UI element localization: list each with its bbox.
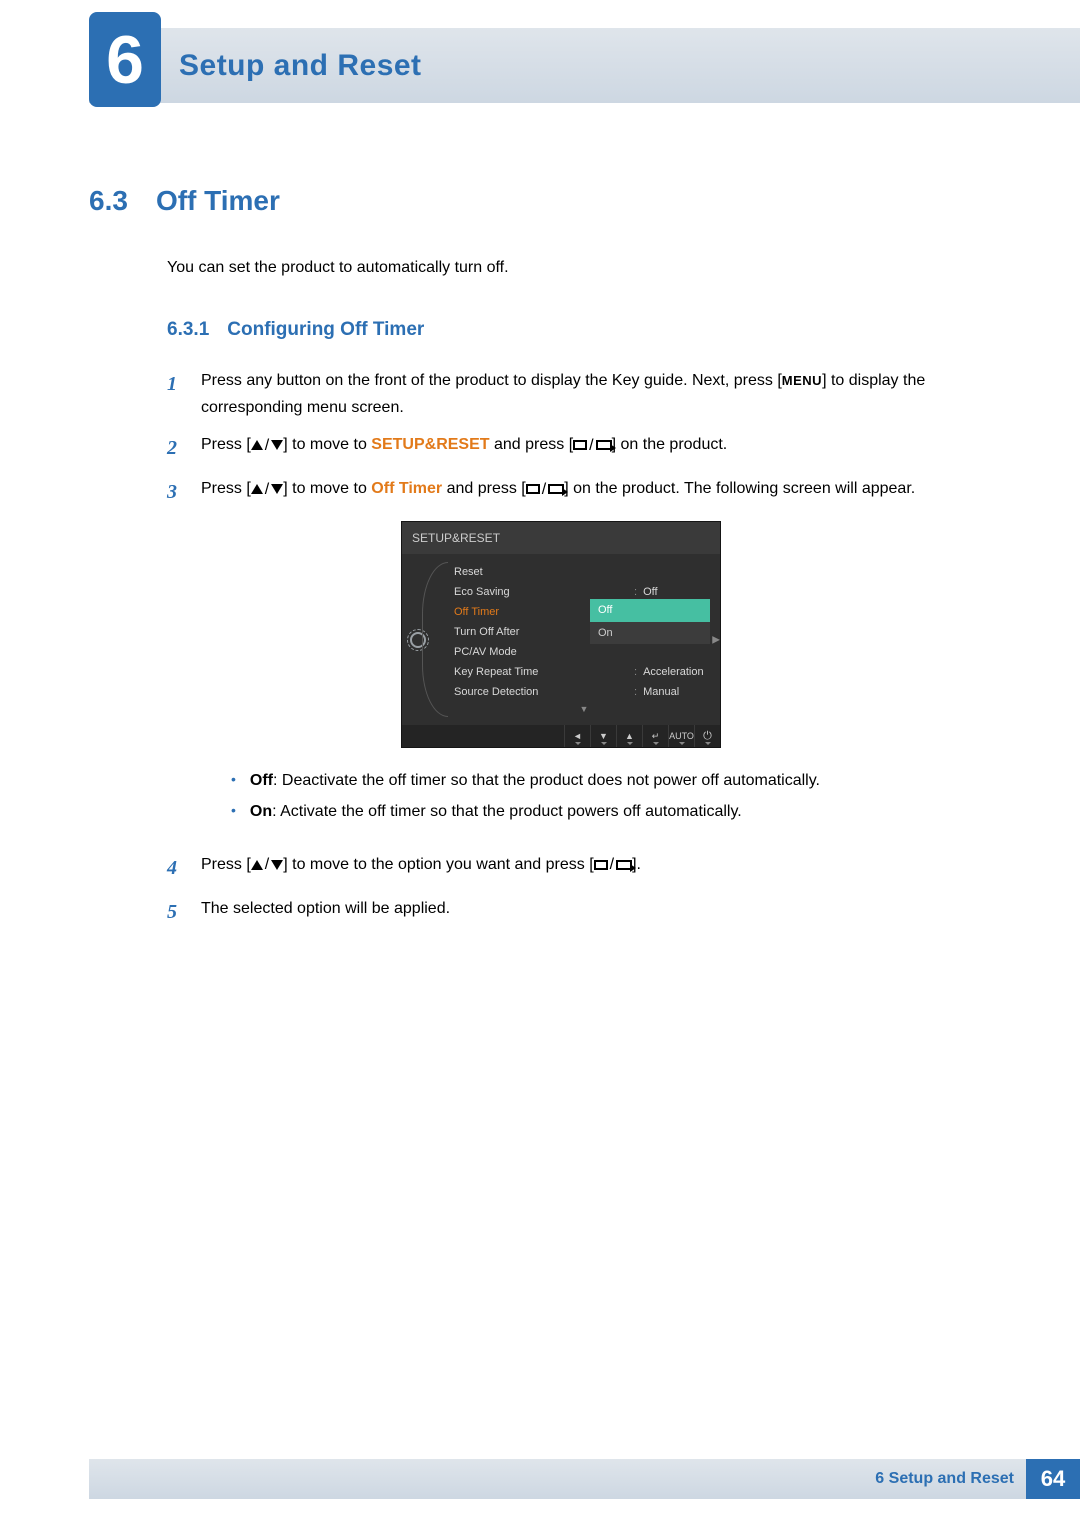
nav-back-icon[interactable]: ◄	[564, 725, 590, 747]
nav-down-icon[interactable]: ▼	[590, 725, 616, 747]
step-1: 1 Press any button on the front of the p…	[167, 367, 970, 421]
step-number: 4	[167, 851, 185, 885]
osd-item-source-detection[interactable]: Source Detection :Manual	[454, 682, 714, 702]
subsection-title: Configuring Off Timer	[227, 315, 424, 345]
step-number: 5	[167, 895, 185, 929]
page-header: Setup and Reset	[89, 28, 1080, 103]
subsection-heading: 6.3.1 Configuring Off Timer	[167, 315, 970, 345]
select-icon: /	[573, 432, 611, 459]
osd-items: Reset Eco Saving :Off Off Timer :	[434, 554, 720, 725]
osd-nav-bar: ◄ ▼ ▲ ↵ AUTO ⏻	[402, 725, 720, 747]
page-number: 64	[1041, 1466, 1065, 1492]
step-number: 2	[167, 431, 185, 465]
bullet-icon: •	[231, 766, 236, 793]
step-2: 2 Press [/] to move to SETUP&RESET and p…	[167, 431, 970, 465]
step-3: 3 Press [/] to move to Off Timer and pre…	[167, 475, 970, 841]
osd-item-key-repeat[interactable]: Key Repeat Time :Acceleration	[454, 662, 714, 682]
step-number: 3	[167, 475, 185, 841]
section-number: 6.3	[89, 185, 128, 217]
section-intro: You can set the product to automatically…	[167, 255, 970, 281]
nav-up-icon[interactable]: ▲	[616, 725, 642, 747]
subsection-number: 6.3.1	[167, 315, 209, 345]
bullet-on: • On: Activate the off timer so that the…	[231, 797, 970, 827]
chevron-right-icon: ▶	[712, 631, 720, 648]
step-list: 1 Press any button on the front of the p…	[167, 367, 970, 929]
page-number-badge: 64	[1026, 1459, 1080, 1499]
page-content: 6.3 Off Timer You can set the product to…	[89, 185, 970, 939]
osd-body: Reset Eco Saving :Off Off Timer :	[402, 554, 720, 725]
section-title: Off Timer	[156, 185, 280, 217]
chapter-number: 6	[106, 21, 144, 99]
nav-power-icon[interactable]: ⏻	[694, 725, 720, 747]
up-down-icon: /	[251, 476, 283, 503]
step-number: 1	[167, 367, 185, 421]
chapter-number-badge: 6	[89, 12, 161, 107]
step-body: The selected option will be applied.	[201, 895, 970, 929]
osd-menu: SETUP&RESET Reset Eco S	[401, 521, 721, 749]
section-heading: 6.3 Off Timer	[89, 185, 970, 217]
nav-enter-icon[interactable]: ↵	[642, 725, 668, 747]
step-body: Press [/] to move to the option you want…	[201, 851, 970, 885]
nav-auto-button[interactable]: AUTO	[668, 725, 694, 747]
osd-option-off[interactable]: Off	[590, 599, 710, 622]
off-label: Off	[250, 772, 273, 789]
option-bullets: • Off: Deactivate the off timer so that …	[231, 766, 970, 827]
select-icon: /	[526, 476, 564, 503]
osd-option-on[interactable]: On	[590, 622, 710, 645]
off-timer-label: Off Timer	[371, 480, 442, 497]
setup-reset-label: SETUP&RESET	[371, 436, 489, 453]
footer-chapter-label: 6 Setup and Reset	[875, 1470, 1014, 1488]
step-body: Press any button on the front of the pro…	[201, 367, 970, 421]
osd-item-pc-av-mode[interactable]: PC/AV Mode	[454, 642, 714, 662]
menu-button-label: MENU	[782, 373, 822, 388]
bullet-icon: •	[231, 797, 236, 824]
page-footer: 6 Setup and Reset 64	[89, 1459, 1080, 1499]
osd-item-reset[interactable]: Reset	[454, 562, 714, 582]
up-down-icon: /	[251, 851, 283, 878]
select-icon: /	[594, 851, 632, 878]
step-4: 4 Press [/] to move to the option you wa…	[167, 851, 970, 885]
osd-title: SETUP&RESET	[402, 522, 720, 554]
step-body: Press [/] to move to Off Timer and press…	[201, 475, 970, 841]
chapter-title: Setup and Reset	[179, 49, 422, 83]
section-body: You can set the product to automatically…	[167, 255, 970, 929]
step-body: Press [/] to move to SETUP&RESET and pre…	[201, 431, 970, 465]
bullet-off: • Off: Deactivate the off timer so that …	[231, 766, 970, 796]
up-down-icon: /	[251, 432, 283, 459]
osd-dropdown: Off On	[590, 599, 710, 644]
step-5: 5 The selected option will be applied.	[167, 895, 970, 929]
on-label: On	[250, 803, 272, 820]
chevron-down-icon: ▼	[454, 702, 714, 717]
